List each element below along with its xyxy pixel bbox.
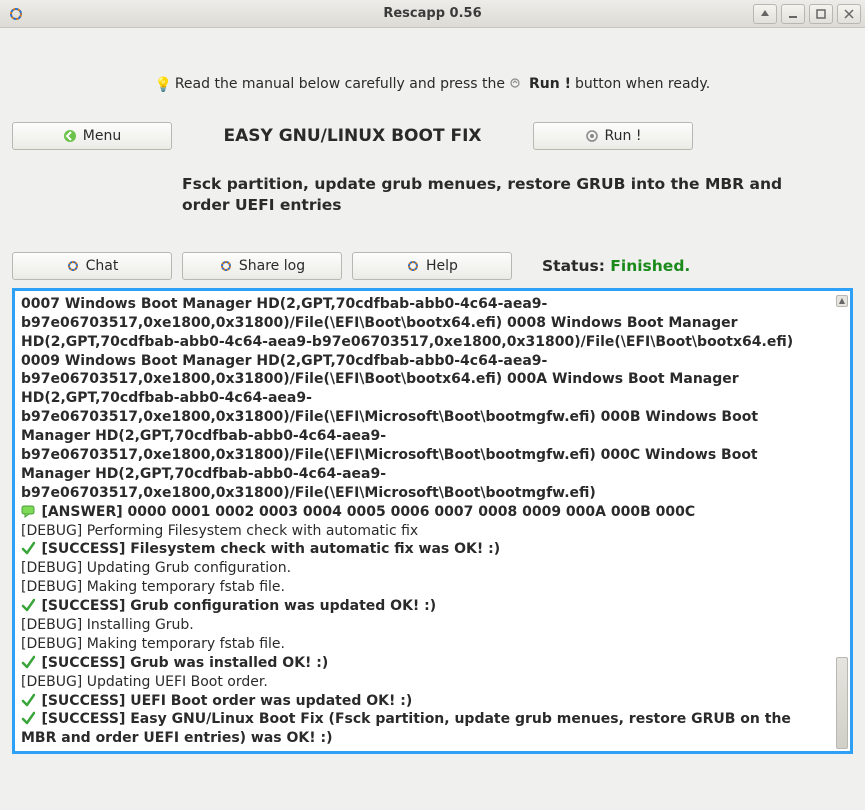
sharelog-ring-icon [219,259,233,273]
run-button[interactable]: Run ! [533,122,693,150]
secondary-button-row: Chat Share log Help Status: Finished. [12,252,853,280]
run-button-label: Run ! [605,128,642,144]
success-check-icon [21,598,35,612]
log-line: [DEBUG] Updating Grub configuration. [21,559,830,578]
description-text: Fsck partition, update grub menues, rest… [182,174,823,216]
answer-bubble-icon [21,504,35,518]
scroll-up-arrow[interactable]: ▲ [836,295,848,307]
instruction-run-word: Run ! [529,76,571,92]
log-line: [DEBUG] Updating UEFI Boot order. [21,673,830,692]
log-line: [DEBUG] Installing Grub. [21,616,830,635]
instruction-suffix: button when ready. [575,76,710,92]
maximize-button[interactable] [809,4,833,24]
status-display: Status: Finished. [542,257,690,275]
log-line: [DEBUG] Making temporary fstab file. [21,578,830,597]
back-arrow-icon [63,129,77,143]
lightbulb-icon: 💡 [155,77,169,91]
top-button-row: Menu EASY GNU/LINUX BOOT FIX Run ! [12,122,853,150]
chat-button[interactable]: Chat [12,252,172,280]
log-output[interactable]: 0007 Windows Boot Manager HD(2,GPT,70cdf… [21,295,830,745]
success-check-icon [21,541,35,555]
log-scrollbar[interactable]: ▲ [834,295,848,747]
window-controls [753,4,865,24]
log-line: [SUCCESS] UEFI Boot order was updated OK… [21,692,830,711]
content-area: 💡 Read the manual below carefully and pr… [0,28,865,766]
window-titlebar: Rescapp 0.56 [0,0,865,28]
log-boot-entries: 0007 Windows Boot Manager HD(2,GPT,70cdf… [21,295,830,503]
success-check-icon [21,693,35,707]
help-button-label: Help [426,258,458,274]
log-line: [ANSWER] 0000 0001 0002 0003 0004 0005 0… [21,503,830,522]
success-check-icon [21,655,35,669]
minimize-button[interactable] [781,4,805,24]
log-line: [SUCCESS] Grub configuration was updated… [21,597,830,616]
success-check-icon [21,711,35,725]
chat-ring-icon [66,259,80,273]
run-icon [585,129,599,143]
run-small-icon [509,77,523,91]
log-panel: 0007 Windows Boot Manager HD(2,GPT,70cdf… [12,288,853,754]
log-line: [SUCCESS] Grub was installed OK! :) [21,654,830,673]
scrollbar-thumb[interactable] [836,657,848,749]
window-title: Rescapp 0.56 [0,6,865,21]
help-ring-icon [406,259,420,273]
log-line: [DEBUG] Performing Filesystem check with… [21,522,830,541]
share-log-button[interactable]: Share log [182,252,342,280]
close-button[interactable] [837,4,861,24]
log-line: [SUCCESS] Easy GNU/Linux Boot Fix (Fsck … [21,710,830,744]
chat-button-label: Chat [86,258,119,274]
show-desktop-button[interactable] [753,4,777,24]
page-heading: EASY GNU/LINUX BOOT FIX [172,126,533,146]
instruction-text: 💡 Read the manual below carefully and pr… [12,36,853,122]
log-line: [SUCCESS] Filesystem check with automati… [21,540,830,559]
log-line: [DEBUG] Making temporary fstab file. [21,635,830,654]
status-label: Status: [542,257,610,275]
app-icon [6,4,26,24]
share-log-button-label: Share log [239,258,305,274]
menu-button[interactable]: Menu [12,122,172,150]
help-button[interactable]: Help [352,252,512,280]
status-value: Finished. [610,257,690,275]
menu-button-label: Menu [83,128,121,144]
instruction-prefix: Read the manual below carefully and pres… [175,76,505,92]
